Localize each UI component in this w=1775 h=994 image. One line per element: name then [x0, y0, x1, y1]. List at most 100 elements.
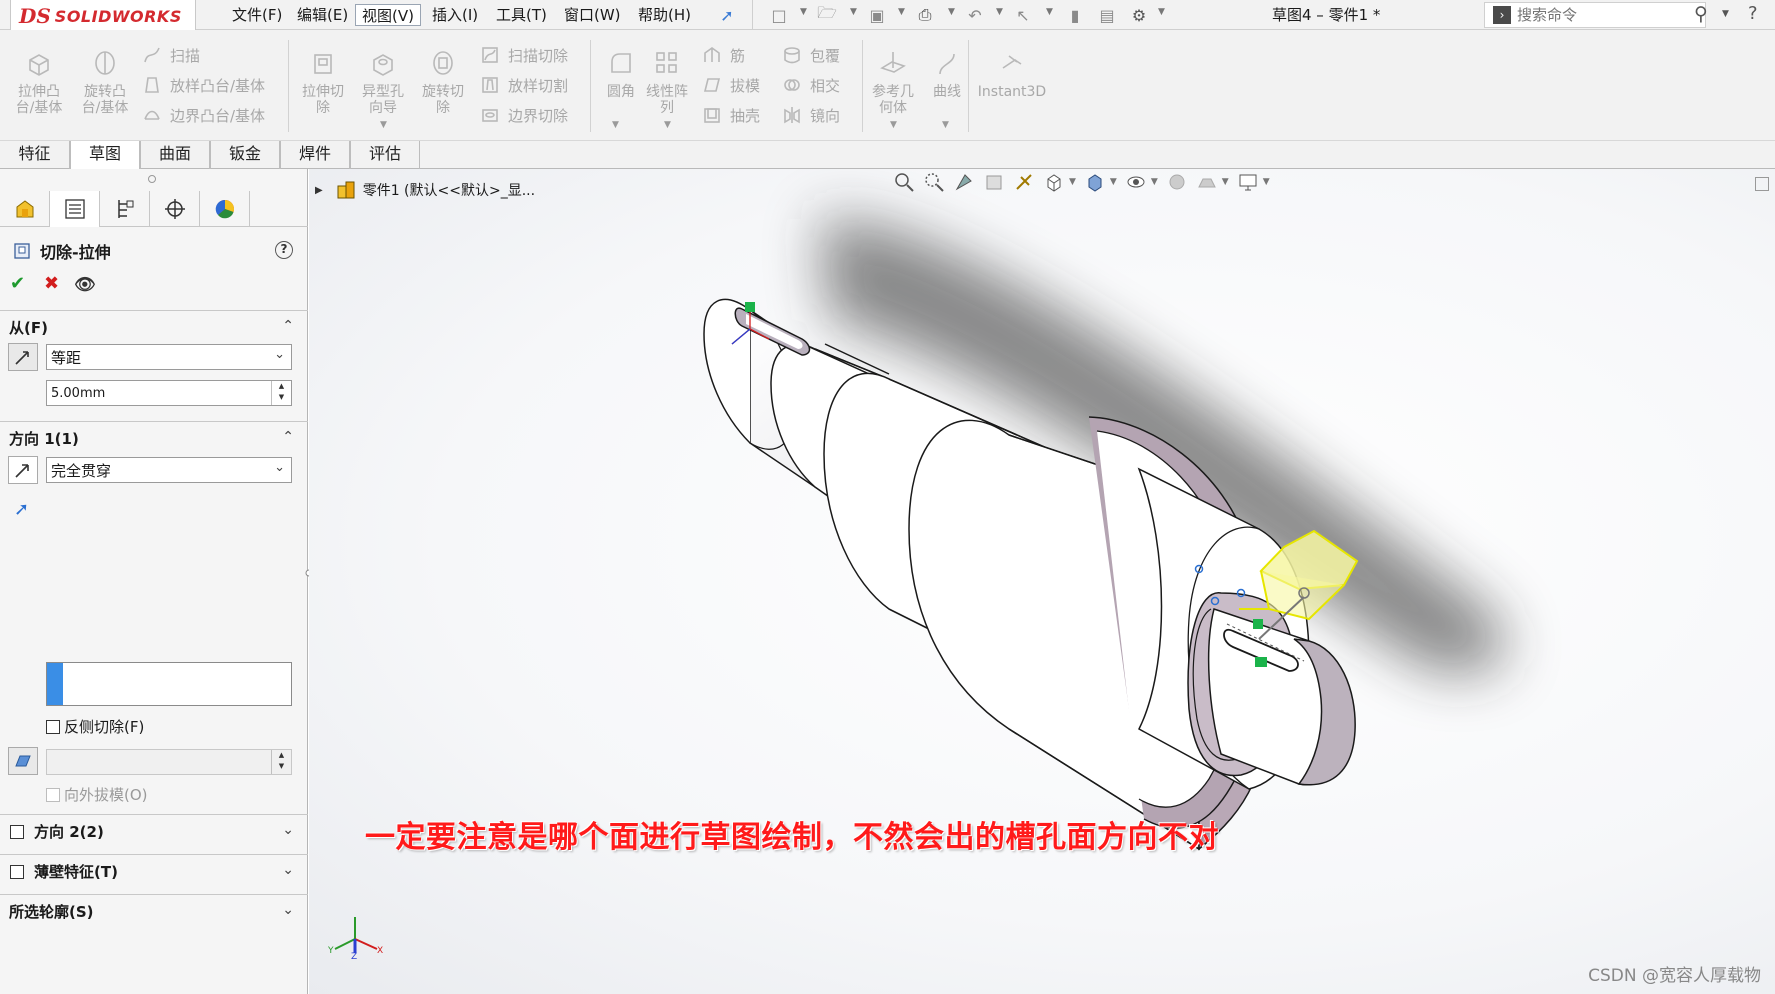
pin-icon[interactable]: ➚	[716, 4, 738, 26]
tab-evaluate[interactable]: 评估	[350, 141, 420, 169]
section-direction2[interactable]: 方向 2(2) ⌄	[0, 814, 308, 848]
select-arrow-icon[interactable]: ↖	[1012, 4, 1034, 26]
hole-wizard-dropdown-icon[interactable]: ▼	[380, 120, 387, 130]
draft-outward-checkbox[interactable]: 向外拔模(O)	[46, 784, 148, 805]
intersect-button[interactable]: 相交	[782, 74, 840, 96]
menu-tools[interactable]: 工具(T)	[490, 4, 553, 26]
rib-button[interactable]: 筋	[702, 44, 745, 66]
revolve-cut-button[interactable]: 旋转切除	[416, 48, 470, 116]
search-dropdown-icon[interactable]: ▼	[1722, 9, 1729, 19]
tab-sheet-metal[interactable]: 钣金	[210, 141, 280, 169]
help-question-icon[interactable]: ?	[275, 241, 293, 259]
menu-file[interactable]: 文件(F)	[226, 4, 288, 26]
view-settings-dropdown-icon[interactable]: ▼	[1263, 177, 1270, 187]
display-manager-tab[interactable]	[200, 191, 250, 227]
fillet-dropdown-icon[interactable]: ▼	[612, 120, 619, 130]
section-view-button[interactable]	[979, 170, 1009, 194]
instant3d-button[interactable]: Instant3D	[976, 48, 1048, 100]
help-icon[interactable]: ?	[1748, 3, 1758, 24]
select-dropdown-icon[interactable]: ▼	[1046, 8, 1054, 17]
wrap-button[interactable]: 包覆	[782, 44, 840, 66]
tab-surfaces[interactable]: 曲面	[140, 141, 210, 169]
save-icon[interactable]: ▣	[866, 4, 888, 26]
print-icon[interactable]: ⎙	[914, 4, 936, 26]
hide-show-button[interactable]	[1121, 170, 1151, 194]
flip-side-checkbox[interactable]: 反侧切除(F)	[46, 716, 144, 737]
from-type-select[interactable]: 等距 ⌄	[46, 344, 292, 370]
ref-geometry-dropdown-icon[interactable]: ▼	[890, 120, 897, 130]
view-orientation-dropdown-icon[interactable]: ▼	[1069, 177, 1076, 187]
revolve-boss-button[interactable]: 旋转凸台/基体	[78, 48, 132, 116]
hide-show-dropdown-icon[interactable]: ▼	[1151, 177, 1158, 187]
direction2-checkbox[interactable]	[10, 824, 24, 839]
search-icon[interactable]: ⚲	[1694, 3, 1708, 25]
panel-collapse-handle[interactable]	[148, 175, 156, 183]
undo-dropdown-icon[interactable]: ▼	[996, 8, 1004, 17]
view-orientation-button[interactable]	[1039, 170, 1069, 194]
end-condition-select[interactable]: 完全贯穿 ⌄	[46, 457, 292, 483]
expand-arrow-icon[interactable]: ▶	[315, 185, 323, 196]
section-thin-feature[interactable]: 薄壁特征(T) ⌄	[0, 854, 308, 888]
spin-arrows-icon[interactable]: ▲ ▼	[271, 750, 291, 774]
scene-dropdown-icon[interactable]: ▼	[1222, 177, 1229, 187]
open-dropdown-icon[interactable]: ▼	[850, 8, 858, 17]
save-dropdown-icon[interactable]: ▼	[898, 8, 906, 17]
rebuild-icon[interactable]: ▮	[1064, 4, 1086, 26]
view-settings-button[interactable]	[1233, 170, 1263, 194]
previous-view-button[interactable]	[949, 170, 979, 194]
sweep-button[interactable]: 扫描	[142, 44, 200, 66]
new-document-icon[interactable]: □	[768, 4, 790, 26]
tab-weldments[interactable]: 焊件	[280, 141, 350, 169]
menu-help[interactable]: 帮助(H)	[632, 4, 697, 26]
zoom-area-button[interactable]	[919, 170, 949, 194]
undo-icon[interactable]: ↶	[964, 4, 986, 26]
spin-arrows-icon[interactable]: ▲ ▼	[271, 381, 291, 405]
direction-selection-box[interactable]	[46, 662, 292, 706]
linear-pattern-button[interactable]: 线性阵列	[640, 48, 694, 116]
mirror-button[interactable]: 镜向	[782, 104, 840, 126]
file-properties-icon[interactable]: ▤	[1096, 4, 1118, 26]
menu-edit[interactable]: 编辑(E)	[291, 4, 354, 26]
extrude-cut-button[interactable]: 拉伸切除	[296, 48, 350, 116]
configuration-manager-tab[interactable]	[100, 191, 150, 227]
new-dropdown-icon[interactable]: ▼	[800, 8, 808, 17]
from-distance-input[interactable]: 5.00mm ▲ ▼	[46, 380, 292, 406]
shaft-model[interactable]	[309, 169, 1775, 994]
task-pane-toggle[interactable]	[1755, 177, 1769, 191]
tab-features[interactable]: 特征	[0, 141, 70, 169]
shell-button[interactable]: 抽壳	[702, 104, 760, 126]
menu-insert[interactable]: 插入(I)	[426, 4, 484, 26]
swept-cut-button[interactable]: 扫描切除	[480, 44, 568, 66]
menu-view[interactable]: 视图(V)	[355, 4, 421, 26]
curves-button[interactable]: 曲线	[920, 48, 974, 100]
ref-geometry-button[interactable]: 参考几何体	[866, 48, 920, 116]
preview-eye-icon[interactable]: 👁	[74, 275, 96, 295]
chevron-down-icon[interactable]: ⌄	[282, 862, 294, 878]
loft-boss-button[interactable]: 放样凸台/基体	[142, 74, 265, 96]
feature-manager-tab[interactable]	[0, 191, 50, 227]
apply-scene-button[interactable]	[1192, 170, 1222, 194]
section-selected-contours[interactable]: 所选轮廓(S) ⌄	[0, 894, 308, 928]
zoom-to-fit-button[interactable]	[889, 170, 919, 194]
chevron-down-icon[interactable]: ⌄	[282, 902, 294, 918]
chevron-up-icon[interactable]: ⌃	[282, 429, 294, 445]
menu-window[interactable]: 窗口(W)	[558, 4, 627, 26]
curves-dropdown-icon[interactable]: ▼	[942, 120, 949, 130]
pattern-dropdown-icon[interactable]: ▼	[664, 120, 671, 130]
display-style-button[interactable]	[1080, 170, 1110, 194]
boundary-cut-button[interactable]: 边界切除	[480, 104, 568, 126]
dimxpert-tab[interactable]	[150, 191, 200, 227]
extrude-boss-button[interactable]: 拉伸凸台/基体	[12, 48, 66, 116]
hole-wizard-button[interactable]: 异型孔向导	[356, 48, 410, 116]
draft-button[interactable]: 拔模	[702, 74, 760, 96]
dynamic-annotation-button[interactable]	[1009, 170, 1039, 194]
lofted-cut-button[interactable]: 放样切割	[480, 74, 568, 96]
options-gear-icon[interactable]: ⚙	[1128, 4, 1150, 26]
display-style-dropdown-icon[interactable]: ▼	[1110, 177, 1117, 187]
draft-angle-input[interactable]: ▲ ▼	[46, 749, 292, 775]
search-input[interactable]	[1517, 6, 1667, 24]
section-direction1[interactable]: 方向 1(1) ⌃	[0, 421, 308, 455]
property-manager-tab[interactable]	[50, 191, 100, 227]
draft-toggle-button[interactable]	[8, 747, 38, 775]
boundary-boss-button[interactable]: 边界凸台/基体	[142, 104, 265, 126]
